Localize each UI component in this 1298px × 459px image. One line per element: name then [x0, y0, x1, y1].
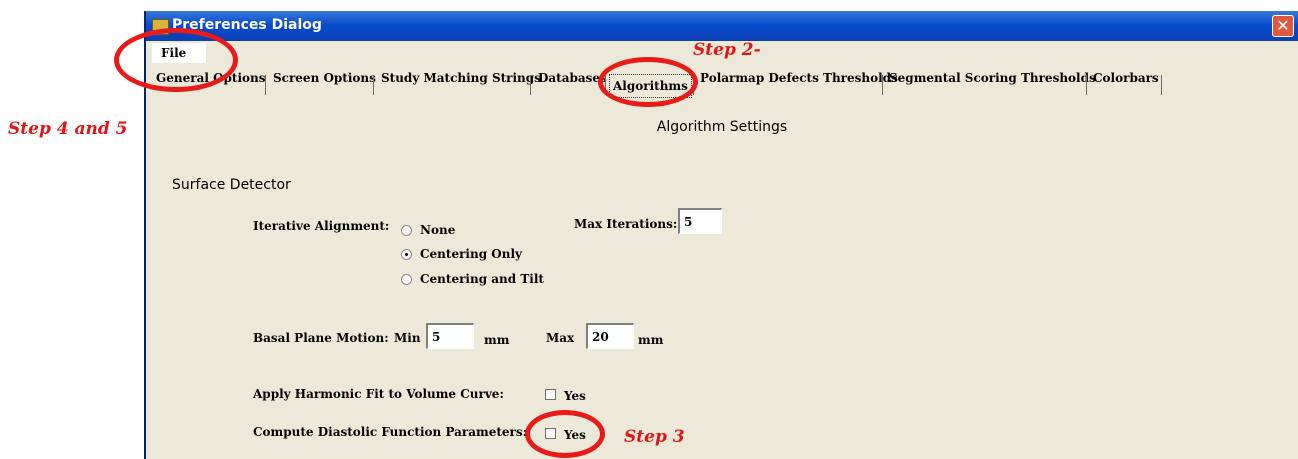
min-unit-label: mm: [484, 333, 510, 347]
annotation-step-4-5: Step 4 and 5: [8, 119, 128, 139]
tab-divider: [530, 75, 531, 95]
radio-none-label: None: [420, 223, 456, 237]
harmonic-fit-yes-label: Yes: [564, 389, 586, 403]
title-bar[interactable]: Preferences Dialog ✕: [146, 11, 1298, 41]
radio-centering-only-label: Centering Only: [420, 247, 522, 261]
tab-polarmap-defects-thresholds[interactable]: Polarmap Defects Thresholds: [700, 71, 898, 99]
close-icon: ✕: [1276, 16, 1290, 35]
max-iterations-input[interactable]: 5: [678, 208, 722, 234]
tab-colorbars[interactable]: Colorbars: [1093, 71, 1159, 99]
surface-detector-heading: Surface Detector: [172, 177, 291, 193]
annotation-step-3: Step 3: [624, 427, 685, 447]
harmonic-fit-checkbox[interactable]: [545, 389, 556, 400]
min-label: Min: [394, 331, 421, 345]
tab-strip: General Options Screen Options Study Mat…: [146, 65, 1298, 107]
max-unit-label: mm: [638, 333, 664, 347]
annotation-circle-algorithms: [598, 57, 698, 107]
min-mm-input[interactable]: 5: [426, 323, 474, 349]
tab-divider: [1161, 75, 1162, 95]
preferences-dialog-window: Preferences Dialog ✕ File General Option…: [144, 11, 1298, 459]
max-iterations-label: Max Iterations:: [574, 217, 678, 231]
close-button[interactable]: ✕: [1272, 15, 1294, 37]
tab-databases[interactable]: Databases: [538, 71, 607, 99]
tab-divider: [882, 75, 883, 95]
radio-none[interactable]: [401, 225, 412, 236]
tab-divider: [265, 75, 266, 95]
annotation-circle-diastolic: [525, 410, 605, 458]
annotation-step-2: Step 2-: [693, 40, 761, 60]
iterative-alignment-label: Iterative Alignment:: [253, 219, 390, 233]
tab-divider: [1086, 75, 1087, 95]
tab-screen-options[interactable]: Screen Options: [273, 71, 376, 99]
radio-centering-and-tilt-label: Centering and Tilt: [420, 272, 544, 286]
max-label: Max: [546, 331, 575, 345]
tab-divider: [373, 75, 374, 95]
diastolic-label: Compute Diastolic Function Parameters:: [253, 425, 528, 439]
max-mm-input[interactable]: 20: [586, 323, 634, 349]
harmonic-fit-label: Apply Harmonic Fit to Volume Curve:: [253, 387, 504, 401]
basal-plane-motion-label: Basal Plane Motion:: [253, 331, 389, 345]
tab-study-matching-strings[interactable]: Study Matching Strings: [381, 71, 541, 99]
annotation-circle-file: [114, 28, 238, 92]
radio-centering-and-tilt[interactable]: [401, 274, 412, 285]
section-title: Algorithm Settings: [656, 119, 788, 135]
radio-centering-only[interactable]: [401, 249, 412, 260]
tab-segmental-scoring-thresholds[interactable]: Segmental Scoring Thresholds: [889, 71, 1096, 99]
